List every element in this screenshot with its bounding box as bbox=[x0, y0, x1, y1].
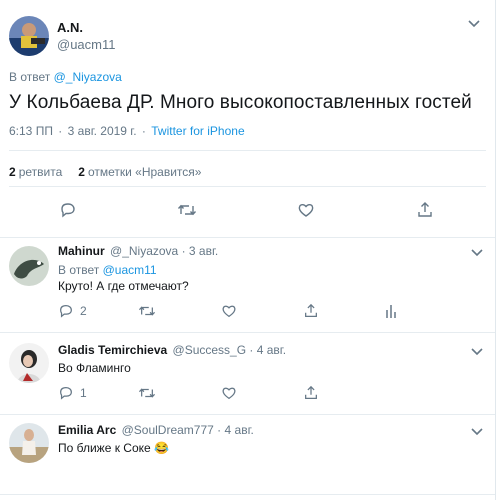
author-handle[interactable]: @uacm11 bbox=[57, 36, 115, 53]
reply-date[interactable]: 3 авг. bbox=[189, 244, 218, 258]
reply-avatar[interactable] bbox=[9, 343, 49, 383]
reply-header: Gladis Temirchieva @Success_G · 4 авг. bbox=[58, 343, 286, 357]
tweet-header: A.N. @uacm11 bbox=[9, 16, 115, 56]
reply-icon[interactable] bbox=[58, 200, 78, 220]
tweet-source[interactable]: Twitter for iPhone bbox=[151, 124, 244, 138]
likes-stat[interactable]: 2 отметки «Нравится» bbox=[78, 165, 201, 179]
reply-to-link[interactable]: @_Niyazova bbox=[54, 70, 122, 84]
meta-separator: · bbox=[249, 343, 254, 357]
retweets-stat[interactable]: 2 ретвита bbox=[9, 165, 62, 179]
divider bbox=[0, 332, 495, 333]
reply-header: Mahinur @_Niyazova · 3 авг. bbox=[58, 244, 218, 258]
share-icon[interactable] bbox=[415, 200, 435, 220]
author-avatar[interactable] bbox=[9, 16, 49, 56]
reply-prefix: В ответ bbox=[58, 263, 100, 277]
reply-context: В ответ @_Niyazova bbox=[9, 70, 122, 84]
likes-count: 2 bbox=[78, 165, 85, 179]
reply-date[interactable]: 4 авг. bbox=[257, 343, 286, 357]
tweet-text: У Кольбаева ДР. Много высокопоставленных… bbox=[9, 92, 472, 113]
tweet-stats: 2 ретвита 2 отметки «Нравится» bbox=[9, 165, 217, 179]
meta-separator: · bbox=[58, 124, 63, 138]
reply-date[interactable]: 4 авг. bbox=[225, 423, 254, 437]
reply-text: Во Фламинго bbox=[58, 361, 131, 375]
like-icon[interactable] bbox=[221, 303, 237, 319]
reply-actions: 2 bbox=[58, 303, 478, 321]
reply-prefix: В ответ bbox=[9, 70, 51, 84]
chevron-down-icon[interactable] bbox=[470, 424, 484, 438]
reply-action-reply[interactable]: 1 bbox=[58, 385, 87, 401]
author-name[interactable]: A.N. bbox=[57, 19, 115, 36]
divider bbox=[0, 414, 495, 415]
reply-header: Emilia Arc @SoulDream777 · 4 авг. bbox=[58, 423, 254, 437]
reply-icon[interactable] bbox=[58, 385, 74, 401]
divider bbox=[0, 237, 495, 238]
reply-author-handle[interactable]: @_Niyazova bbox=[110, 244, 178, 258]
meta-separator: · bbox=[181, 244, 186, 258]
retweets-label: ретвита bbox=[18, 165, 63, 179]
reply-count: 2 bbox=[80, 304, 87, 318]
tweet-detail-panel: A.N. @uacm11 В ответ @_Niyazova У Кольба… bbox=[0, 0, 496, 500]
reply-action-reply[interactable]: 2 bbox=[58, 303, 87, 319]
retweets-count: 2 bbox=[9, 165, 16, 179]
reply-author-name[interactable]: Emilia Arc bbox=[58, 423, 116, 437]
divider bbox=[9, 186, 486, 187]
reply-context: В ответ @uacm11 bbox=[58, 263, 157, 277]
tweet-actions bbox=[0, 200, 496, 224]
chevron-down-icon[interactable] bbox=[470, 245, 484, 259]
meta-separator: · bbox=[141, 124, 146, 138]
retweet-icon[interactable] bbox=[177, 200, 197, 220]
share-icon[interactable] bbox=[303, 385, 319, 401]
meta-separator: · bbox=[217, 423, 222, 437]
tweet-meta: 6:13 ПП · 3 авг. 2019 г. · Twitter for i… bbox=[9, 124, 245, 138]
likes-label: отметки «Нравится» bbox=[87, 165, 202, 179]
retweet-icon[interactable] bbox=[138, 385, 156, 401]
chevron-down-icon[interactable] bbox=[467, 16, 481, 30]
tweet-time[interactable]: 6:13 ПП bbox=[9, 124, 53, 138]
reply-author-name[interactable]: Gladis Temirchieva bbox=[58, 343, 167, 357]
like-icon[interactable] bbox=[296, 200, 316, 220]
reply-author-name[interactable]: Mahinur bbox=[58, 244, 105, 258]
reply-actions: 1 bbox=[58, 385, 478, 403]
tweet-date[interactable]: 3 авг. 2019 г. bbox=[68, 124, 137, 138]
divider bbox=[0, 494, 495, 495]
analytics-icon[interactable] bbox=[384, 303, 398, 319]
reply-avatar[interactable] bbox=[9, 423, 49, 463]
reply-author-handle[interactable]: @SoulDream777 bbox=[122, 423, 214, 437]
share-icon[interactable] bbox=[303, 303, 319, 319]
reply-text: По ближе к Соке 😂 bbox=[58, 441, 169, 455]
reply-avatar[interactable] bbox=[9, 246, 49, 286]
reply-text: Круто! А где отмечают? bbox=[58, 279, 189, 293]
like-icon[interactable] bbox=[221, 385, 237, 401]
reply-to-link[interactable]: @uacm11 bbox=[103, 263, 157, 277]
reply-icon[interactable] bbox=[58, 303, 74, 319]
reply-author-handle[interactable]: @Success_G bbox=[173, 343, 247, 357]
reply-count: 1 bbox=[80, 386, 87, 400]
retweet-icon[interactable] bbox=[138, 303, 156, 319]
chevron-down-icon[interactable] bbox=[470, 344, 484, 358]
divider bbox=[9, 150, 486, 151]
